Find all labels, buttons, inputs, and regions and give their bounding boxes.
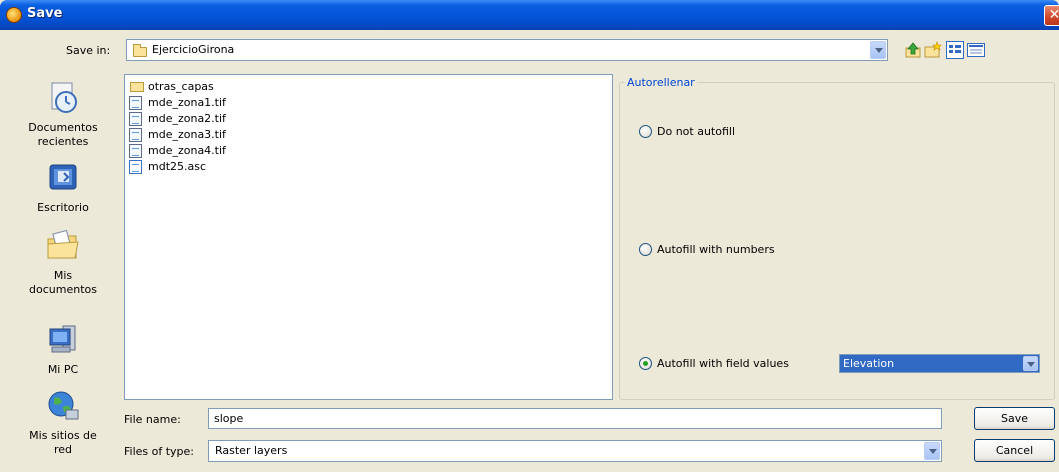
recent-documents-icon	[51, 82, 77, 113]
list-view-icon[interactable]	[946, 41, 964, 59]
app-icon	[6, 7, 22, 23]
network-places-icon	[48, 391, 79, 420]
field-select-value: Elevation	[843, 357, 895, 370]
file-type-select[interactable]: Raster layers	[208, 440, 942, 462]
file-list[interactable]: otras_capas mde_zona1.tif mde_zona2.tif …	[124, 74, 613, 400]
radio-label: Do not autofill	[657, 125, 736, 138]
my-computer-icon	[49, 325, 76, 353]
place-label: Documentos recientes	[28, 121, 98, 148]
place-recent-documents[interactable]: Documentos recientes	[11, 82, 115, 149]
file-name: mdt25.asc	[148, 160, 207, 173]
desktop-icon	[49, 164, 77, 190]
place-desktop[interactable]: Escritorio	[11, 162, 115, 215]
file-name: mde_zona4.tif	[148, 144, 226, 157]
my-documents-icon	[47, 229, 79, 259]
chevron-down-icon[interactable]	[924, 442, 940, 460]
place-label: Mi PC	[47, 363, 79, 376]
save-in-label: Save in:	[66, 44, 111, 57]
title-bar: Save ✕	[0, 0, 1059, 30]
raster-file-icon	[129, 112, 142, 126]
file-type-label: Files of type:	[124, 445, 195, 458]
raster-file-icon	[129, 128, 142, 142]
place-label: Mis sitios de red	[29, 429, 97, 456]
field-select[interactable]: Elevation	[839, 354, 1040, 373]
raster-file-icon	[129, 96, 142, 110]
place-my-documents[interactable]: Mis documentos	[11, 229, 115, 297]
radio-label: Autofill with numbers	[657, 243, 775, 256]
folder-icon	[133, 44, 147, 57]
save-button[interactable]: Save	[974, 407, 1055, 430]
ascii-file-icon	[129, 160, 142, 174]
file-name-value: slope	[214, 412, 244, 425]
place-network-places[interactable]: Mis sitios de red	[11, 390, 115, 457]
details-view-icon[interactable]	[967, 41, 985, 59]
chevron-down-icon[interactable]	[1023, 356, 1038, 371]
up-one-level-icon[interactable]	[904, 41, 922, 59]
new-folder-icon[interactable]	[924, 41, 942, 59]
places-bar: Documentos recientes Escritorio Mis docu…	[11, 74, 115, 468]
save-in-combo[interactable]: EjercicioGirona	[126, 39, 888, 61]
place-label: Mis documentos	[29, 269, 97, 296]
radio-label: Autofill with field values	[657, 357, 789, 370]
radio-button[interactable]	[639, 357, 652, 370]
close-button[interactable]: ✕	[1044, 5, 1059, 26]
cancel-button[interactable]: Cancel	[974, 439, 1055, 462]
chevron-down-icon[interactable]	[870, 41, 886, 59]
close-icon: ✕	[1048, 7, 1059, 23]
window-title: Save	[27, 6, 63, 21]
file-name: mde_zona3.tif	[148, 128, 226, 141]
current-folder: EjercicioGirona	[152, 43, 235, 56]
file-name: otras_capas	[148, 80, 214, 93]
place-my-computer[interactable]: Mi PC	[11, 324, 115, 377]
autofill-group-title: Autorellenar	[625, 76, 697, 89]
file-name: mde_zona1.tif	[148, 96, 226, 109]
file-name-label: File name:	[124, 413, 181, 426]
file-name: mde_zona2.tif	[148, 112, 226, 125]
folder-icon	[130, 82, 144, 92]
file-type-value: Raster layers	[215, 444, 288, 457]
place-label: Escritorio	[37, 201, 89, 214]
file-name-field[interactable]: slope	[208, 408, 942, 429]
radio-button[interactable]	[639, 243, 652, 256]
radio-button[interactable]	[639, 125, 652, 138]
raster-file-icon	[129, 144, 142, 158]
